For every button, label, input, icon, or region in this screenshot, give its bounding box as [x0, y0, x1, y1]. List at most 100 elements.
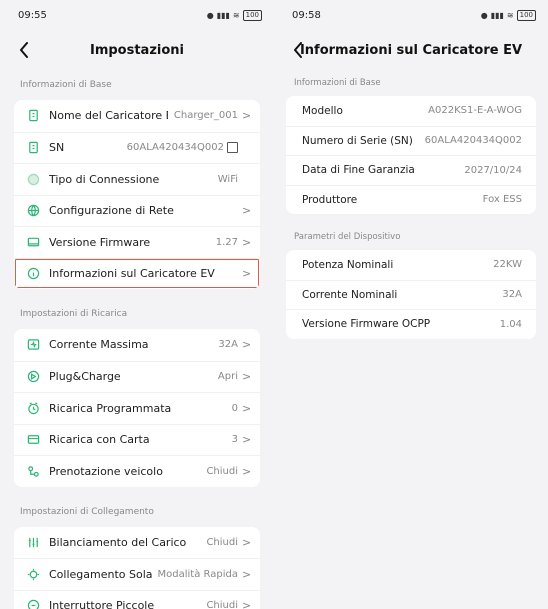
settings-row-versione-firmware[interactable]: Versione Firmware 1.27 > [14, 226, 260, 258]
info-value: A022KS1-E-A-WOG [428, 105, 522, 117]
settings-row-informazioni-sul-caricatore-ev[interactable]: Informazioni sul Caricatore EV > [14, 257, 260, 290]
status-icons: ● ▮▮▮ ≋ 100 [207, 9, 262, 21]
nav-bar: Informazioni sul Caricatore EV [274, 30, 548, 70]
info-value: 1.04 [499, 318, 522, 330]
settings-row-configurazione-di-rete[interactable]: Configurazione di Rete > [14, 194, 260, 227]
row-label: Bilanciamento del Carico [49, 535, 187, 549]
battery-icon: 100 [242, 9, 262, 21]
row-value: Charger_001 [173, 110, 238, 122]
car-icon [26, 464, 40, 478]
row-value: 3 [231, 434, 238, 446]
info-value: 2027/10/24 [464, 164, 522, 176]
row-value: Modalità Rapida [157, 568, 238, 580]
info-label: Versione Firmware OCPP [302, 318, 431, 331]
row-value: Apri [217, 371, 238, 383]
info-row: Corrente Nominali 32A [286, 279, 536, 310]
wifi-circle-icon [26, 172, 40, 186]
copy-icon[interactable] [227, 142, 238, 154]
status-time: 09:58 [292, 9, 321, 21]
section-label: Informazioni di Base [20, 80, 112, 90]
settings-row-interruttore-piccole[interactable]: Interruttore Piccole Chiudi > [14, 589, 260, 609]
signal-icon: ▮▮▮ [216, 10, 230, 20]
current-icon [26, 338, 40, 352]
row-label: Collegamento Solare [49, 567, 152, 581]
row-value: 32A [218, 339, 238, 351]
nav-bar: Impostazioni [0, 30, 274, 70]
row-label: Plug&Charge [49, 370, 121, 384]
settings-row-collegamento-solare[interactable]: Collegamento Solare Modalità Rapida > [14, 558, 260, 590]
chevron-right-icon: > [242, 433, 252, 447]
chevron-right-icon: > [242, 338, 252, 352]
info-label: Potenza Nominali [302, 258, 394, 271]
info-value: Fox ESS [482, 194, 522, 206]
section-label: Parametri del Dispositivo [294, 232, 401, 242]
row-value: Chiudi [206, 536, 238, 548]
row-label: SN [49, 141, 65, 155]
chevron-right-icon: > [242, 599, 252, 609]
chevron-right-icon: > [242, 401, 252, 415]
row-label: Informazioni sul Caricatore EV [49, 267, 215, 281]
settings-row-sn[interactable]: SN 60ALA420434Q002 [14, 131, 260, 164]
plug-icon [26, 370, 40, 384]
settings-card: Nome del Caricatore EV Charger_001 > SN 60AL… [14, 100, 260, 289]
info-value: 22KW [493, 259, 522, 271]
info-row: Modello A022KS1-E-A-WOG [286, 96, 536, 126]
charger-info-screen: 09:58 ● ▮▮▮ ≋ 100 Informazioni sul Caric… [274, 0, 548, 609]
chevron-right-icon: > [242, 267, 252, 281]
sun-icon [26, 567, 40, 581]
row-label: Nome del Caricatore EV [49, 109, 168, 123]
info-value: 32A [502, 289, 522, 301]
settings-row-plug-charge[interactable]: Plug&Charge Apri > [14, 360, 260, 393]
status-bar: 09:55 ● ▮▮▮ ≋ 100 [0, 0, 274, 30]
row-label: Prenotazione veicolo [49, 464, 163, 478]
back-icon[interactable] [288, 39, 308, 61]
settings-row-ricarica-con-carta[interactable]: Ricarica con Carta 3 > [14, 423, 260, 456]
wifi-icon: ≋ [506, 10, 514, 20]
info-row: Data di Fine Garanzia 2027/10/24 [286, 155, 536, 185]
status-time: 09:55 [18, 9, 47, 21]
row-label: Corrente Massima [49, 338, 149, 352]
chevron-right-icon: > [242, 235, 252, 249]
status-icons: ● ▮▮▮ ≋ 100 [481, 9, 536, 21]
clock-icon [26, 401, 40, 415]
section-label: Impostazioni di Collegamento [20, 506, 154, 517]
signal-icon: ▮▮▮ [490, 10, 504, 20]
info-value: 60ALA420434Q002 [424, 135, 522, 147]
settings-screen: 09:55 ● ▮▮▮ ≋ 100 Impostazioni Informazi… [0, 0, 274, 609]
charger-icon [26, 141, 40, 155]
settings-row-tipo-di-connessione[interactable]: Tipo di Connessione WiFi [14, 163, 260, 195]
globe-icon [26, 204, 40, 218]
row-label: Interruttore Piccole [49, 599, 155, 609]
info-label: Modello [302, 104, 343, 117]
info-row: Produttore Fox ESS [286, 184, 536, 215]
info-label: Numero di Serie (SN) [302, 134, 413, 147]
switch-icon [26, 599, 40, 609]
settings-list: Informazioni di Base Nome del Caricatore … [0, 70, 274, 609]
monitor-icon [26, 235, 40, 249]
charger-icon [26, 109, 40, 123]
chevron-right-icon: > [242, 109, 252, 123]
settings-card: Corrente Massima 32A > Plug&Charge Apri > Rica… [14, 329, 260, 487]
wifi-icon: ≋ [232, 10, 240, 20]
settings-row-nome-del-caricatore-ev[interactable]: Nome del Caricatore EV Charger_001 > [14, 100, 260, 132]
settings-row-prenotazione-veicolo[interactable]: Prenotazione veicolo Chiudi > [14, 455, 260, 487]
chevron-right-icon: > [242, 535, 252, 549]
settings-row-bilanciamento-del-carico[interactable]: Bilanciamento del Carico Chiudi > [14, 527, 260, 559]
status-bar: 09:58 ● ▮▮▮ ≋ 100 [274, 0, 548, 30]
charger-info-list: Informazioni di Base Modello A022KS1-E-A-W… [274, 70, 548, 339]
info-icon [26, 267, 40, 281]
settings-row-corrente-massima[interactable]: Corrente Massima 32A > [14, 329, 260, 361]
battery-icon: 100 [516, 9, 536, 21]
settings-row-ricarica-programmata[interactable]: Ricarica Programmata 0 > [14, 392, 260, 424]
card-icon [26, 433, 40, 447]
chevron-right-icon: > [242, 204, 252, 218]
page-title: Impostazioni [89, 42, 184, 58]
info-label: Produttore [302, 193, 358, 206]
row-label: Tipo di Connessione [49, 172, 160, 186]
info-card: Potenza Nominali 22KW Corrente Nominali 32A… [286, 250, 536, 339]
back-icon[interactable] [14, 39, 34, 61]
row-value: 60ALA420434Q002 [126, 142, 224, 154]
row-label: Configurazione di Rete [49, 204, 174, 218]
info-row: Potenza Nominali 22KW [286, 250, 536, 280]
row-value: WiFi [217, 173, 238, 185]
